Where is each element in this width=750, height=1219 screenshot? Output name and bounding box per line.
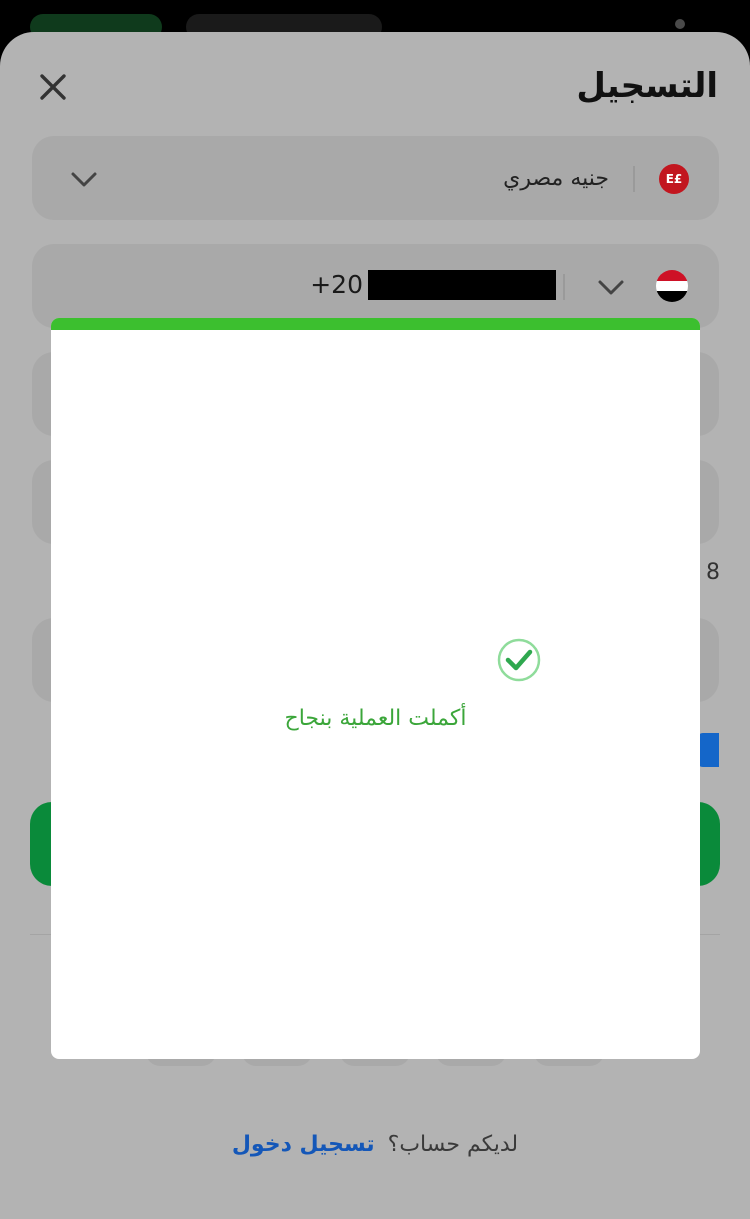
currency-label: جنيه مصري	[503, 166, 609, 191]
login-question: لديكم حساب؟	[387, 1132, 519, 1157]
chevron-down-icon[interactable]	[597, 278, 625, 298]
check-circle-icon	[497, 638, 541, 682]
camera-dot	[675, 19, 685, 29]
currency-coin-icon: E£	[659, 164, 689, 194]
dialog-accent-bar	[51, 318, 700, 330]
egypt-flag-icon	[656, 270, 688, 302]
side-digit: 8	[706, 560, 720, 585]
phone-prefix: +20	[310, 270, 363, 299]
divider	[633, 166, 635, 192]
success-message: أكملت العملية بنجاح	[284, 706, 467, 731]
login-link[interactable]: تسجيل دخول	[232, 1132, 375, 1157]
close-icon	[40, 74, 66, 100]
page-title: التسجيل	[576, 66, 718, 106]
phone-field[interactable]: +20	[32, 244, 719, 328]
currency-select[interactable]: E£ جنيه مصري	[32, 136, 719, 220]
close-button[interactable]	[36, 70, 70, 104]
success-dialog: أكملت العملية بنجاح	[51, 318, 700, 1059]
login-prompt: لديكم حساب؟ تسجيل دخول	[0, 1132, 750, 1157]
chevron-down-icon	[71, 172, 97, 187]
phone-number-redacted[interactable]	[368, 270, 556, 300]
checkbox[interactable]	[697, 733, 719, 767]
divider	[563, 274, 565, 300]
